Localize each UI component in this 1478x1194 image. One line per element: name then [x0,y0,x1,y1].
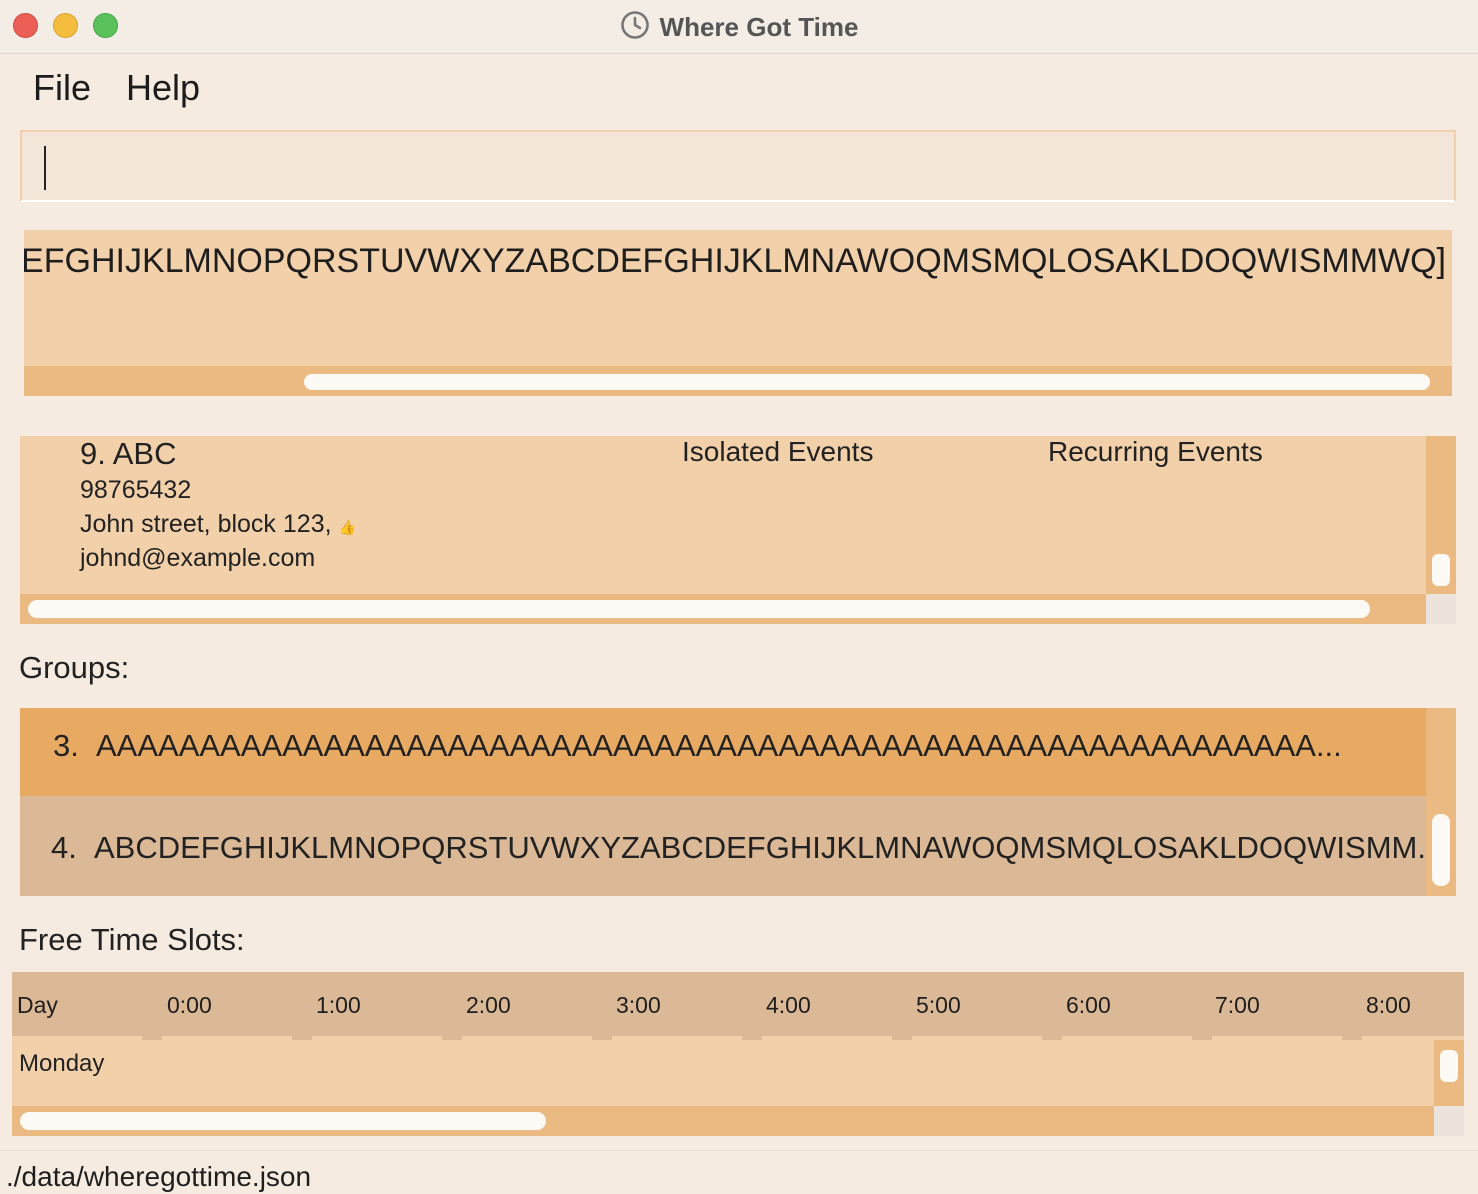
menu-file[interactable]: File [33,67,91,109]
status-bar: ./data/wheregottime.json [0,1150,1478,1194]
window-title: Where Got Time [0,10,1478,45]
free-time-table: Day 0:00 1:00 2:00 3:00 4:00 5:00 6:00 7… [12,972,1464,1136]
group-index: 4. [51,830,77,865]
person-email: johnd@example.com [80,544,316,572]
table-row-day[interactable]: Monday [19,1050,104,1078]
data-file-path: ./data/wheregottime.json [6,1161,312,1192]
command-box[interactable] [20,130,1456,202]
person-name: 9. ABC [80,436,177,471]
person-card[interactable]: 9. ABC 98765432 John street, block 123, … [20,436,1426,594]
free-time-table-body: Monday [12,1040,1434,1106]
groups-heading: Groups: [19,650,130,685]
group-list-item-selected[interactable]: 3. AAAAAAAAAAAAAAAAAAAAAAAAAAAAAAAAAAAAA… [20,708,1426,796]
free-time-horizontal-scrollbar[interactable] [12,1106,1434,1136]
group-list: 3. AAAAAAAAAAAAAAAAAAAAAAAAAAAAAAAAAAAAA… [20,708,1426,896]
person-vertical-scrollbar[interactable] [1426,436,1456,594]
menu-bar: File Help [0,55,1478,119]
result-display: 3CDEFGHIJKLMNOPQRSTUVWXYZABCDEFGHIJKLMNA… [24,230,1452,396]
column-header-hour[interactable]: 8:00 [1366,992,1411,1019]
column-header-hour[interactable]: 4:00 [766,992,811,1019]
group-list-item[interactable]: 4. ABCDEFGHIJKLMNOPQRSTUVWXYZABCDEFGHIJK… [20,796,1426,896]
command-input[interactable] [34,140,1434,192]
result-text: 3CDEFGHIJKLMNOPQRSTUVWXYZABCDEFGHIJKLMNA… [24,242,1446,280]
thumbs-up-icon: 👍 [338,519,356,535]
person-address: John street, block 123, 👍 [80,510,356,539]
column-header-hour[interactable]: 2:00 [466,992,511,1019]
scroll-corner [1434,1106,1464,1136]
clock-icon [620,10,650,45]
person-address-text: John street, block 123, [80,510,332,538]
result-scroll-thumb[interactable] [304,374,1430,390]
menu-help[interactable]: Help [126,67,200,109]
person-vertical-scroll-thumb[interactable] [1432,554,1450,586]
column-header-hour[interactable]: 5:00 [916,992,961,1019]
text-caret [44,146,46,190]
group-scroll-thumb[interactable] [1432,814,1450,886]
column-header-hour[interactable]: 7:00 [1215,992,1260,1019]
free-time-slots-heading: Free Time Slots: [19,922,245,957]
recurring-events-label: Recurring Events [1048,436,1263,467]
window-title-text: Where Got Time [659,12,859,42]
free-time-horizontal-scroll-thumb[interactable] [20,1112,546,1130]
group-name: AAAAAAAAAAAAAAAAAAAAAAAAAAAAAAAAAAAAAAAA… [96,728,1342,763]
column-header-hour[interactable]: 3:00 [616,992,661,1019]
column-header-day[interactable]: Day [17,992,58,1019]
column-header-hour[interactable]: 6:00 [1066,992,1111,1019]
free-time-vertical-scroll-thumb[interactable] [1440,1050,1458,1082]
result-horizontal-scrollbar[interactable] [24,366,1452,396]
isolated-events-label: Isolated Events [682,436,874,467]
person-horizontal-scroll-thumb[interactable] [28,600,1370,618]
window-title-bar: Where Got Time [0,0,1478,54]
person-phone: 98765432 [80,476,192,504]
group-index: 3. [53,728,79,763]
group-name: ABCDEFGHIJKLMNOPQRSTUVWXYZABCDEFGHIJKLMN… [94,830,1426,865]
free-time-vertical-scrollbar[interactable] [1434,1040,1464,1106]
group-vertical-scrollbar[interactable] [1426,708,1456,896]
column-header-hour[interactable]: 0:00 [167,992,212,1019]
free-time-table-header: Day 0:00 1:00 2:00 3:00 4:00 5:00 6:00 7… [12,972,1464,1040]
person-horizontal-scrollbar[interactable] [20,594,1426,624]
column-header-hour[interactable]: 1:00 [316,992,361,1019]
scroll-corner [1426,594,1456,624]
